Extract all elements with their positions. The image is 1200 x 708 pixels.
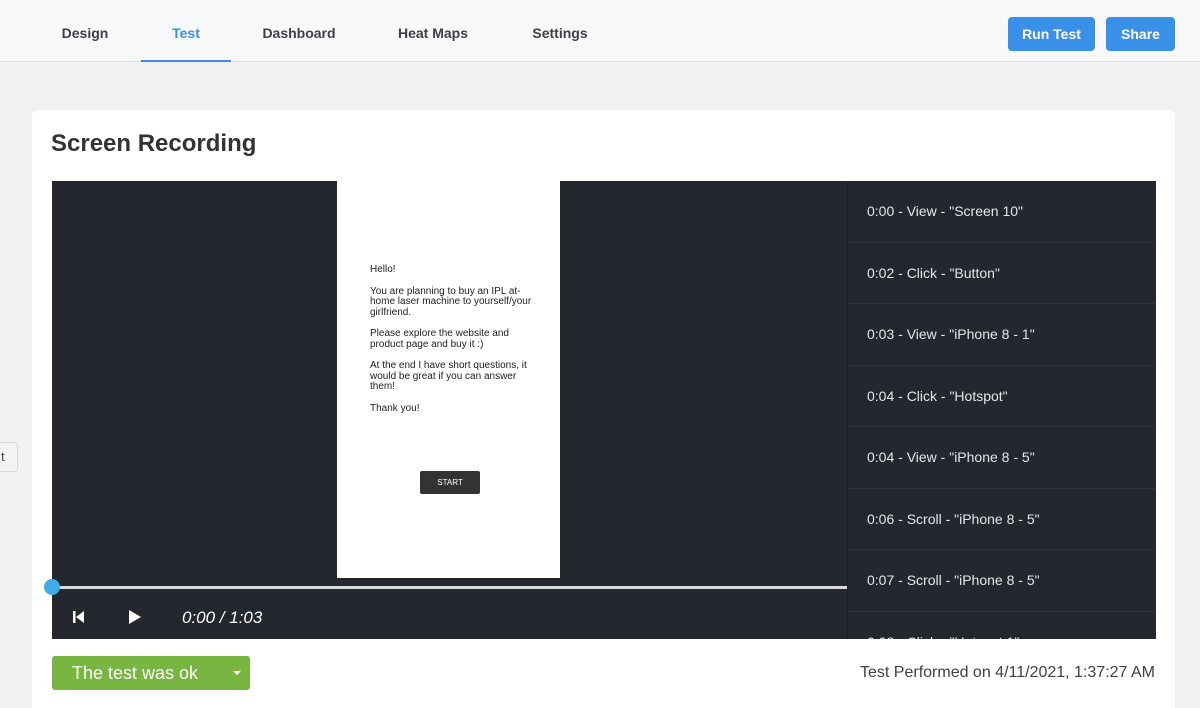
screen-paragraph: You are planning to buy an IPL at-home l…: [370, 285, 532, 318]
test-rating-dropdown[interactable]: The test was ok: [52, 656, 250, 690]
screen-paragraph: At the end I have short questions, it wo…: [370, 360, 527, 392]
run-test-button[interactable]: Run Test: [1008, 17, 1095, 51]
tab-test[interactable]: Test: [141, 0, 231, 62]
skip-back-icon[interactable]: [72, 609, 86, 625]
event-item[interactable]: 0:08 - Click - "Hotspot 1": [848, 612, 1156, 640]
test-performed-date: Test Performed on 4/11/2021, 1:37:27 AM: [860, 664, 1155, 681]
rating-selected-value: The test was ok: [72, 663, 199, 683]
progress-bar-thumb[interactable]: [44, 579, 60, 595]
screen-paragraph: Thank you!: [370, 402, 420, 414]
event-item[interactable]: 0:02 - Click - "Button": [848, 243, 1156, 304]
screen-recording-card: Screen Recording Hello! You are planning…: [32, 110, 1175, 708]
event-item[interactable]: 0:06 - Scroll - "iPhone 8 - 5": [848, 489, 1156, 550]
event-item[interactable]: 0:03 - View - "iPhone 8 - 1": [848, 304, 1156, 366]
screen-paragraph: Hello!: [370, 264, 396, 275]
tab-dashboard[interactable]: Dashboard: [252, 0, 346, 62]
prototype-screen-text: Hello! You are planning to buy an IPL at…: [370, 264, 540, 425]
event-item[interactable]: 0:00 - View - "Screen 10": [848, 181, 1156, 243]
playback-time: 0:00 / 1:03: [182, 608, 263, 627]
screen-paragraph: Please explore the website and product p…: [370, 328, 509, 350]
tab-design[interactable]: Design: [52, 0, 118, 62]
tab-heat-maps[interactable]: Heat Maps: [387, 0, 479, 62]
card-title: Screen Recording: [51, 130, 257, 157]
progress-bar-track[interactable]: [52, 586, 847, 589]
event-item[interactable]: 0:04 - View - "iPhone 8 - 5": [848, 427, 1156, 489]
side-panel-tab[interactable]: t: [0, 442, 18, 472]
prototype-screen: Hello! You are planning to buy an IPL at…: [337, 181, 560, 578]
event-item[interactable]: 0:04 - Click - "Hotspot": [848, 366, 1156, 427]
event-log-panel[interactable]: 0:00 - View - "Screen 10" 0:02 - Click -…: [847, 181, 1156, 639]
play-icon[interactable]: [128, 609, 142, 625]
video-player: Hello! You are planning to buy an IPL at…: [44, 181, 847, 639]
caret-down-icon: [233, 671, 241, 675]
tab-settings[interactable]: Settings: [520, 0, 600, 62]
prototype-start-button[interactable]: START: [420, 471, 480, 494]
top-nav-bar: Design Test Dashboard Heat Maps Settings…: [0, 0, 1200, 62]
event-item[interactable]: 0:07 - Scroll - "iPhone 8 - 5": [848, 550, 1156, 612]
share-button[interactable]: Share: [1106, 17, 1175, 51]
